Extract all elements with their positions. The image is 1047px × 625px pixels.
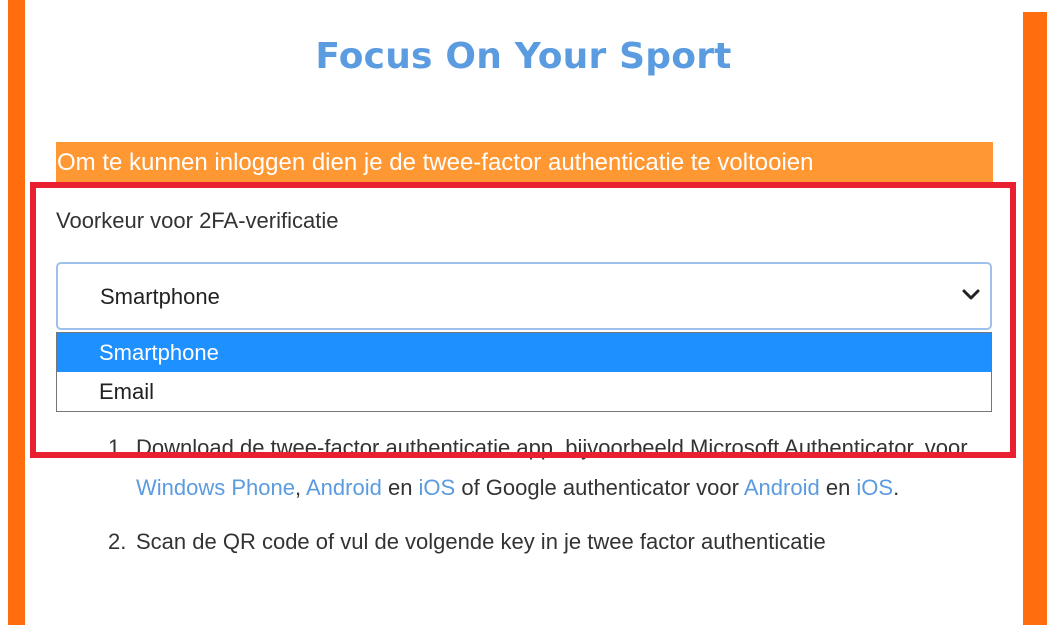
- page-title: Focus On Your Sport: [315, 36, 732, 77]
- step-text: Scan de QR code of vul de volgende key i…: [136, 529, 826, 554]
- step-number: 2.: [108, 529, 127, 554]
- list-item: 2. Scan de QR code of vul de volgende ke…: [108, 522, 968, 562]
- list-item: 1. Download de twee-factor authenticatie…: [108, 428, 968, 508]
- left-white-strip: [0, 0, 8, 625]
- step-text: ,: [294, 475, 306, 500]
- link-android[interactable]: Android: [306, 475, 382, 500]
- step-text: Download de twee-factor authenticatie ap…: [136, 435, 968, 460]
- instruction-list: 1. Download de twee-factor authenticatie…: [108, 428, 968, 576]
- step-text: en: [819, 475, 857, 500]
- right-orange-border: [1023, 12, 1047, 625]
- chevron-down-icon: [962, 289, 980, 300]
- select-current-value: Smartphone: [100, 284, 220, 309]
- notice-banner: Om te kunnen inloggen dien je de twee-fa…: [56, 142, 993, 184]
- option-email[interactable]: Email: [57, 372, 991, 411]
- step-number: 1.: [108, 435, 127, 460]
- link-google-android[interactable]: Android: [744, 475, 820, 500]
- step-text: of Google authenticator voor: [455, 475, 744, 500]
- step-text: .: [893, 475, 900, 500]
- 2fa-method-select[interactable]: Smartphone: [56, 262, 992, 330]
- 2fa-method-dropdown: Smartphone Email: [56, 332, 992, 412]
- link-windows-phone[interactable]: Windows Phone: [136, 475, 295, 500]
- page: Focus On Your Sport Om te kunnen inlogge…: [0, 0, 1047, 625]
- link-ios[interactable]: iOS: [419, 475, 456, 500]
- link-google-ios[interactable]: iOS: [856, 475, 893, 500]
- 2fa-preference-label: Voorkeur voor 2FA-verificatie: [56, 208, 339, 233]
- step-text: en: [381, 475, 419, 500]
- option-smartphone[interactable]: Smartphone: [57, 333, 991, 372]
